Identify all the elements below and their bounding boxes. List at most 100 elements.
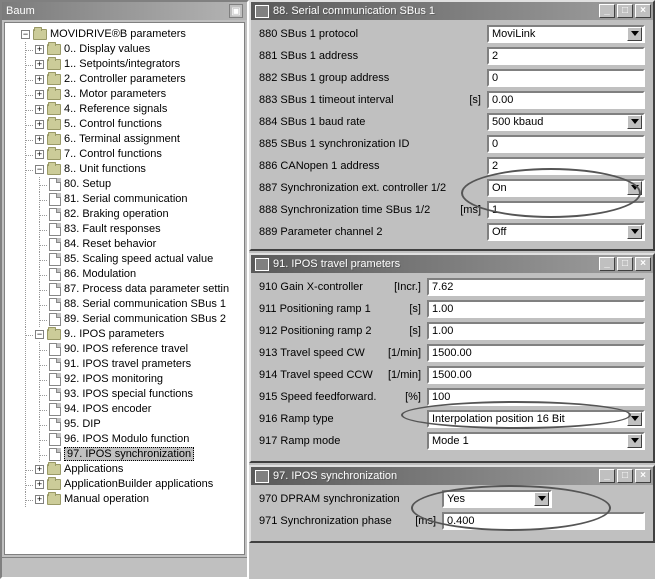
window-97-body: 970 DPRAM synchronizationYes971 Synchron… <box>251 485 653 536</box>
tree-root[interactable]: MOVIDRIVE®B parameters <box>50 28 186 40</box>
param-field[interactable]: 1500.00 <box>427 344 645 362</box>
close-button[interactable]: × <box>635 469 651 483</box>
expand-icon[interactable]: + <box>35 150 44 159</box>
window-88-titlebar[interactable]: 88. Serial communication SBus 1 _ □ × <box>251 2 653 20</box>
maximize-button[interactable]: □ <box>617 4 633 18</box>
tree-group[interactable]: 8.. Unit functions <box>64 163 146 175</box>
tree-group[interactable]: 1.. Setpoints/integrators <box>64 58 180 70</box>
expand-icon[interactable]: + <box>35 480 44 489</box>
param-combo[interactable]: On <box>487 179 645 197</box>
param-field[interactable]: 1.00 <box>427 322 645 340</box>
window-91-titlebar[interactable]: 91. IPOS travel prameters _ □ × <box>251 255 653 273</box>
param-combo[interactable]: Mode 1 <box>427 432 645 450</box>
tree-group[interactable]: 4.. Reference signals <box>64 103 167 115</box>
chevron-down-icon[interactable] <box>627 27 642 41</box>
document-icon <box>49 268 61 281</box>
minimize-button[interactable]: _ <box>599 257 615 271</box>
tree-item[interactable]: 97. IPOS synchronization <box>64 447 194 461</box>
tree-item[interactable]: 94. IPOS encoder <box>64 403 151 415</box>
tree-item[interactable]: 83. Fault responses <box>64 223 161 235</box>
expand-icon[interactable]: − <box>35 165 44 174</box>
expand-icon[interactable]: − <box>21 30 30 39</box>
param-field[interactable]: 1500.00 <box>427 366 645 384</box>
expand-icon[interactable]: + <box>35 465 44 474</box>
tree-group[interactable]: Manual operation <box>64 493 149 505</box>
tree-item[interactable]: 96. IPOS Modulo function <box>64 433 189 445</box>
chevron-down-icon[interactable] <box>627 225 642 239</box>
chevron-down-icon[interactable] <box>627 434 642 448</box>
maximize-button[interactable]: □ <box>617 469 633 483</box>
tree-item[interactable]: 91. IPOS travel prameters <box>64 358 191 370</box>
tree-item[interactable]: 82. Braking operation <box>64 208 169 220</box>
param-field[interactable]: 0 <box>487 135 645 153</box>
tree-group[interactable]: 3.. Motor parameters <box>64 88 166 100</box>
tree-body[interactable]: − MOVIDRIVE®B parameters +0.. Display val… <box>4 22 245 555</box>
param-unit: [s] <box>387 325 427 337</box>
expand-icon[interactable]: + <box>35 495 44 504</box>
tree-bottom-tab <box>2 557 247 577</box>
document-icon <box>49 223 61 236</box>
param-field[interactable]: 1.00 <box>427 300 645 318</box>
tree-group[interactable]: 2.. Controller parameters <box>64 73 186 85</box>
document-icon <box>49 313 61 326</box>
chevron-down-icon[interactable] <box>627 412 642 426</box>
tree-item[interactable]: 80. Setup <box>64 178 111 190</box>
param-combo[interactable]: Yes <box>442 490 552 508</box>
minimize-button[interactable]: _ <box>599 469 615 483</box>
expand-icon[interactable]: + <box>35 75 44 84</box>
tree-item[interactable]: 88. Serial communication SBus 1 <box>64 298 226 310</box>
expand-icon[interactable]: + <box>35 90 44 99</box>
param-field[interactable]: 0.400 <box>442 512 645 530</box>
param-field[interactable]: 7.62 <box>427 278 645 296</box>
tree-group[interactable]: 0.. Display values <box>64 43 150 55</box>
tree-group[interactable]: 7.. Control functions <box>64 148 162 160</box>
param-combo[interactable]: Interpolation position 16 Bit <box>427 410 645 428</box>
expand-icon[interactable]: + <box>35 45 44 54</box>
tree-item[interactable]: 85. Scaling speed actual value <box>64 253 213 265</box>
param-unit: [1/min] <box>387 347 427 359</box>
tree-group[interactable]: 5.. Control functions <box>64 118 162 130</box>
tree-item[interactable]: 92. IPOS monitoring <box>64 373 163 385</box>
expand-icon[interactable]: + <box>35 105 44 114</box>
close-button[interactable]: × <box>635 4 651 18</box>
param-combo[interactable]: 500 kbaud <box>487 113 645 131</box>
expand-icon[interactable]: + <box>35 60 44 69</box>
param-field[interactable]: 0.00 <box>487 91 645 109</box>
minimize-button[interactable]: _ <box>599 4 615 18</box>
tree-item[interactable]: 81. Serial communication <box>64 193 188 205</box>
tree-item[interactable]: 90. IPOS reference travel <box>64 343 188 355</box>
param-field[interactable]: 2 <box>487 157 645 175</box>
close-button[interactable]: × <box>635 257 651 271</box>
param-field[interactable]: 0 <box>487 69 645 87</box>
folder-icon <box>47 119 61 130</box>
param-label: 917 Ramp mode <box>259 435 387 447</box>
expand-icon[interactable]: + <box>35 120 44 129</box>
param-field[interactable]: 100 <box>427 388 645 406</box>
param-unit: [Incr.] <box>387 281 427 293</box>
pin-icon[interactable]: ▣ <box>229 4 243 18</box>
tree-item[interactable]: 87. Process data parameter settin <box>64 283 229 295</box>
tree-group[interactable]: ApplicationBuilder applications <box>64 478 213 490</box>
window-97-titlebar[interactable]: 97. IPOS synchronization _ □ × <box>251 467 653 485</box>
chevron-down-icon[interactable] <box>627 181 642 195</box>
tree-group[interactable]: 9.. IPOS parameters <box>64 328 164 340</box>
param-combo[interactable]: Off <box>487 223 645 241</box>
tree-item[interactable]: 86. Modulation <box>64 268 136 280</box>
chevron-down-icon[interactable] <box>627 115 642 129</box>
document-icon <box>49 238 61 251</box>
param-field[interactable]: 2 <box>487 47 645 65</box>
tree-group[interactable]: Applications <box>64 463 123 475</box>
tree-item[interactable]: 89. Serial communication SBus 2 <box>64 313 226 325</box>
param-field[interactable]: 1 <box>487 201 645 219</box>
tree-group[interactable]: 6.. Terminal assignment <box>64 133 180 145</box>
expand-icon[interactable]: + <box>35 135 44 144</box>
chevron-down-icon[interactable] <box>534 492 549 506</box>
expand-icon[interactable]: − <box>35 330 44 339</box>
param-combo[interactable]: MoviLink <box>487 25 645 43</box>
tree-item[interactable]: 93. IPOS special functions <box>64 388 193 400</box>
tree-item[interactable]: 84. Reset behavior <box>64 238 156 250</box>
maximize-button[interactable]: □ <box>617 257 633 271</box>
tree-item[interactable]: 95. DIP <box>64 418 101 430</box>
folder-icon <box>47 464 61 475</box>
param-row: 880 SBus 1 protocolMoviLink <box>259 24 645 43</box>
